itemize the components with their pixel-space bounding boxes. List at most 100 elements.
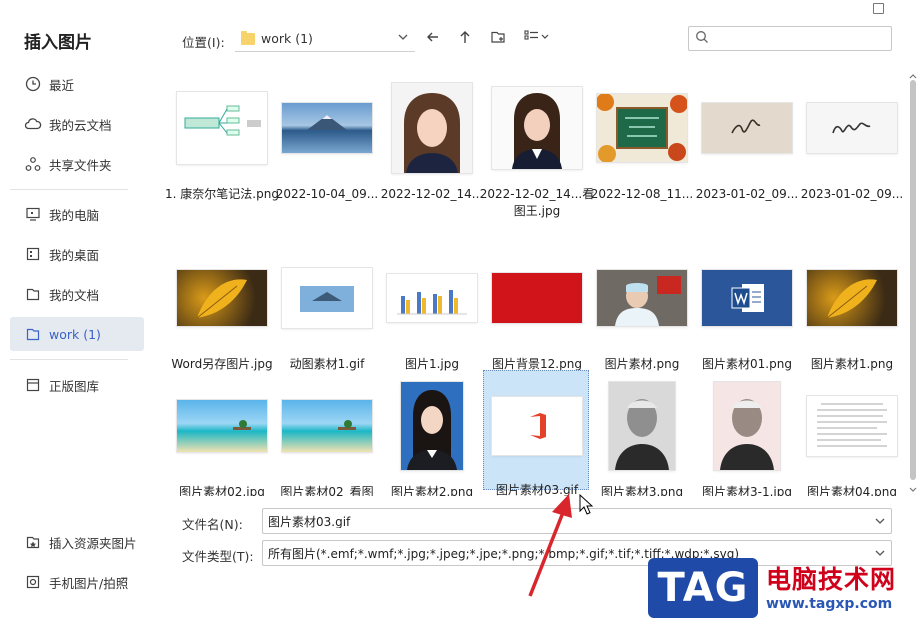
document-icon (24, 285, 42, 303)
file-name: 图片素材3.png (600, 485, 684, 496)
search-icon (695, 30, 709, 48)
sidebar-item-gallery[interactable]: 正版图库 (10, 368, 144, 402)
file-name: 图片素材2.png (390, 485, 474, 496)
file-thumbnail (177, 400, 267, 452)
scrollbar-thumb[interactable] (910, 80, 916, 480)
sidebar-item-label: 我的云文档 (49, 117, 112, 133)
file-thumbnail (609, 382, 675, 470)
sidebar-item-label: 共享文件夹 (49, 157, 112, 173)
divider (10, 359, 128, 360)
sidebar-item-work[interactable]: work (1) (10, 317, 144, 351)
file-thumbnail (597, 270, 687, 326)
file-thumbnail (807, 270, 897, 326)
chevron-down-icon (397, 31, 409, 47)
list-view-icon (524, 30, 552, 48)
new-folder-button[interactable] (487, 28, 509, 50)
up-folder-button[interactable] (454, 28, 476, 50)
view-mode-button[interactable] (522, 28, 554, 50)
sidebar-item-cloud-docs[interactable]: 我的云文档 (10, 107, 144, 141)
arrow-left-icon (425, 29, 441, 49)
file-name: 图片素材04.png (807, 485, 897, 496)
file-thumbnail (177, 92, 267, 164)
maximize-button[interactable] (873, 3, 884, 14)
location-dropdown[interactable]: work (1) (235, 26, 415, 52)
file-thumbnail (401, 382, 463, 470)
sidebar-item-label: 插入资源夹图片 (49, 535, 137, 551)
sidebar-item-label: 最近 (49, 77, 75, 93)
sidebar-item-label: work (1) (49, 326, 101, 342)
file-name: 2022-12-02_14...看图王.jpg (479, 187, 595, 218)
watermark-url: www.tagxp.com (766, 596, 893, 612)
resource-folder-icon (24, 533, 42, 551)
file-name: 图片1.jpg (404, 357, 460, 371)
file-name: 图片素材02.jpg (179, 485, 265, 496)
sidebar-item-label: 我的文档 (49, 287, 100, 303)
sidebar-item-label: 我的电脑 (49, 207, 100, 223)
file-name: 2023-01-02_09... (695, 187, 799, 201)
phone-icon (24, 573, 42, 591)
file-thumbnail (177, 270, 267, 326)
file-name: 图片素材01.png (702, 357, 792, 371)
sidebar-item-insert-resource-folder[interactable]: 插入资源夹图片 (10, 525, 144, 559)
file-thumbnail (387, 274, 477, 322)
file-thumbnail (597, 94, 687, 162)
cloud-icon (24, 115, 42, 133)
file-name: Word另存图片.jpg (171, 357, 273, 371)
watermark-logo: TAG (648, 558, 758, 618)
vertical-scrollbar[interactable] (908, 64, 918, 496)
sidebar-item-my-documents[interactable]: 我的文档 (10, 277, 144, 311)
watermark: TAG 电脑技术网 www.tagxp.com (648, 554, 910, 622)
desktop-icon (24, 245, 42, 263)
location-value: work (1) (261, 31, 313, 46)
file-name: 图片素材02_看图 (280, 485, 374, 496)
share-icon (24, 155, 42, 173)
sidebar-item-phone-photos[interactable]: 手机图片/拍照 (10, 565, 144, 599)
file-thumbnail (282, 268, 372, 328)
file-thumbnail (282, 400, 372, 452)
filename-label: 文件名(N): (182, 517, 243, 532)
file-thumbnail (702, 270, 792, 326)
file-thumbnail (702, 103, 792, 153)
folder-icon (241, 30, 255, 45)
monitor-icon (24, 205, 42, 223)
mouse-cursor-icon (579, 494, 593, 515)
file-thumbnail (807, 396, 897, 456)
search-input[interactable] (713, 31, 883, 46)
file-thumbnail (807, 103, 897, 153)
file-thumbnail (492, 273, 582, 323)
new-folder-icon (490, 29, 506, 49)
divider (10, 189, 128, 190)
file-name: 2022-10-04_09... (275, 187, 379, 201)
sidebar-item-recent[interactable]: 最近 (10, 67, 144, 101)
filetype-label: 文件类型(T): (182, 549, 254, 564)
scroll-down-icon[interactable] (909, 482, 917, 497)
file-thumbnail (392, 83, 472, 173)
back-button[interactable] (422, 28, 444, 50)
search-box[interactable] (688, 26, 892, 51)
file-name: 2022-12-02_14... (380, 187, 484, 201)
file-thumbnail (492, 87, 582, 169)
file-name: 动图素材1.gif (289, 357, 365, 371)
arrow-up-icon (457, 29, 473, 49)
sidebar-item-label: 我的桌面 (49, 247, 100, 263)
sidebar-item-shared-folder[interactable]: 共享文件夹 (10, 147, 144, 181)
sidebar-item-desktop[interactable]: 我的桌面 (10, 237, 144, 271)
clock-icon (24, 75, 42, 93)
file-name: 1. 康奈尔笔记法.png (165, 187, 279, 201)
sidebar-item-label: 手机图片/拍照 (49, 575, 129, 591)
sidebar: 最近 我的云文档 共享文件夹 我的电脑 我的桌面 我的文档 work (1) 正… (0, 64, 160, 622)
folder-icon (24, 325, 42, 343)
sidebar-item-my-computer[interactable]: 我的电脑 (10, 197, 144, 231)
file-thumbnail (714, 382, 780, 470)
file-thumbnail (492, 397, 582, 455)
watermark-title: 电脑技术网 (766, 565, 897, 594)
file-grid: 1. 康奈尔笔记法.png 2022-10-04_09... 2022-12-0… (160, 64, 908, 496)
chevron-down-icon[interactable] (873, 514, 887, 531)
file-thumbnail (282, 103, 372, 153)
annotation-arrow (528, 494, 572, 597)
file-name: 图片素材3-1.jpg (702, 485, 792, 496)
file-name: 2023-01-02_09... (800, 187, 904, 201)
gallery-icon (24, 376, 42, 394)
file-name: 图片素材1.png (810, 357, 894, 371)
dialog-title: 插入图片 (24, 33, 92, 53)
